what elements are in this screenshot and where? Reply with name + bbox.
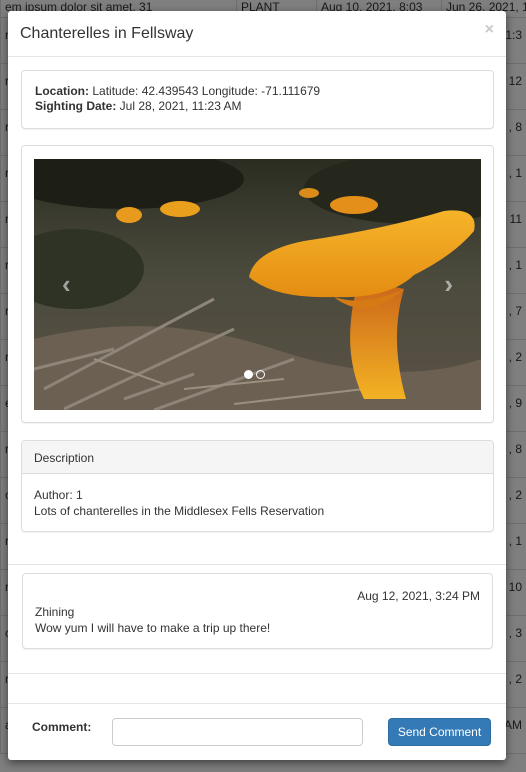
comment-date: Aug 12, 2021, 3:24 PM bbox=[357, 589, 480, 603]
sighting-date-line: Sighting Date: Jul 28, 2021, 11:23 AM bbox=[35, 99, 480, 114]
modal-title: Chanterelles in Fellsway bbox=[20, 25, 194, 42]
divider bbox=[8, 564, 506, 565]
modal-header: Chanterelles in Fellsway × bbox=[8, 11, 506, 57]
carousel-indicators bbox=[244, 370, 265, 379]
comment-input[interactable] bbox=[112, 718, 363, 746]
divider bbox=[8, 673, 506, 674]
carousel-next-icon[interactable]: › bbox=[444, 269, 453, 300]
modal-footer: Comment: Send Comment bbox=[8, 703, 506, 760]
sighting-modal: Chanterelles in Fellsway × Location: Lat… bbox=[8, 11, 506, 760]
comment-label: Comment: bbox=[32, 720, 92, 734]
sighting-date-label: Sighting Date: bbox=[35, 99, 117, 113]
location-info-panel: Location: Latitude: 42.439543 Longitude:… bbox=[21, 70, 494, 129]
photo-panel: ‹ › bbox=[21, 145, 494, 423]
carousel-prev-icon[interactable]: ‹ bbox=[62, 269, 71, 300]
send-comment-button[interactable]: Send Comment bbox=[388, 718, 491, 746]
carousel-indicator-2[interactable] bbox=[256, 370, 265, 379]
location-label: Location: bbox=[35, 84, 89, 98]
description-heading: Description bbox=[22, 441, 493, 474]
description-author: Author: 1 bbox=[34, 488, 83, 502]
description-panel: Description Author: 1 Lots of chanterell… bbox=[21, 440, 494, 532]
comment-text: Wow yum I will have to make a trip up th… bbox=[35, 621, 271, 635]
comment-card: Aug 12, 2021, 3:24 PM Zhining Wow yum I … bbox=[22, 573, 493, 649]
close-icon[interactable]: × bbox=[485, 21, 494, 39]
photo-carousel: ‹ › bbox=[34, 159, 481, 410]
location-value: Latitude: 42.439543 Longitude: -71.11167… bbox=[92, 84, 321, 98]
carousel-indicator-1[interactable] bbox=[244, 370, 253, 379]
description-text: Lots of chanterelles in the Middlesex Fe… bbox=[34, 504, 325, 518]
comment-author: Zhining bbox=[35, 605, 75, 619]
sighting-date-value: Jul 28, 2021, 11:23 AM bbox=[119, 99, 242, 113]
description-body: Author: 1 Lots of chanterelles in the Mi… bbox=[22, 474, 493, 532]
location-line: Location: Latitude: 42.439543 Longitude:… bbox=[35, 84, 480, 99]
